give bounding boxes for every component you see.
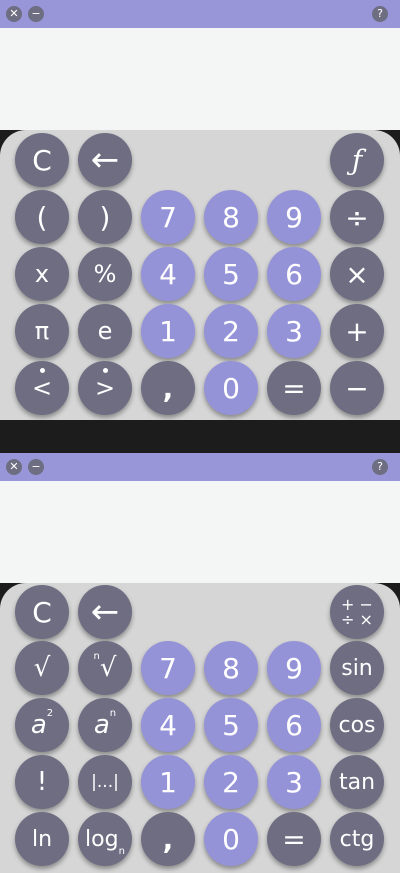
digit-7-button[interactable]: 7 [141, 641, 195, 695]
backspace-button[interactable]: ← [78, 585, 132, 639]
cos-button[interactable]: cos [330, 698, 384, 752]
help-icon[interactable]: ? [372, 459, 388, 475]
calculator-window-top: ✕ − ? C ← ƒ ( ) 7 8 9 ÷ x % 4 5 6 × π e … [0, 0, 400, 420]
multiply-button[interactable]: × [330, 247, 384, 301]
divide-button[interactable]: ÷ [330, 190, 384, 244]
tan-button[interactable]: tan [330, 755, 384, 809]
log-base-subscript: n [118, 845, 125, 857]
power-button[interactable]: an [78, 698, 132, 752]
decimal-comma-button[interactable]: , [141, 812, 195, 866]
functions-toggle-button[interactable]: ƒ [330, 133, 384, 187]
square-exponent: 2 [46, 708, 54, 719]
digit-2-button[interactable]: 2 [204, 304, 258, 358]
clear-button[interactable]: C [15, 585, 69, 639]
clear-label: C [32, 143, 52, 177]
help-icon[interactable]: ? [372, 6, 388, 22]
square-root-button[interactable]: √ [15, 641, 69, 695]
minimize-icon[interactable]: − [28, 6, 44, 22]
digit-9-button[interactable]: 9 [267, 641, 321, 695]
nth-root-index: n [93, 651, 100, 662]
decimal-comma-button[interactable]: , [141, 361, 195, 415]
backspace-arrow-icon: ← [90, 592, 120, 632]
variable-x-button[interactable]: x [15, 247, 69, 301]
pi-button[interactable]: π [15, 304, 69, 358]
digit-8-button[interactable]: 8 [204, 641, 258, 695]
plus-button[interactable]: + [330, 304, 384, 358]
digit-4-button[interactable]: 4 [141, 247, 195, 301]
equals-button[interactable]: = [267, 361, 321, 415]
keypad: C ← ƒ ( ) 7 8 9 ÷ x % 4 5 6 × π e 1 2 3 … [0, 130, 400, 420]
basic-operations-toggle-button[interactable]: + − ÷ × [330, 585, 384, 639]
backspace-arrow-icon: ← [90, 140, 120, 180]
less-than-button[interactable]: < [15, 361, 69, 415]
digit-1-button[interactable]: 1 [141, 304, 195, 358]
digit-1-button[interactable]: 1 [141, 755, 195, 809]
greater-than-button[interactable]: > [78, 361, 132, 415]
calculator-window-bottom: ✕ − ? C ← + − ÷ × √ n√ 7 8 9 sin a2 an 4… [0, 453, 400, 873]
digit-5-button[interactable]: 5 [204, 698, 258, 752]
digit-3-button[interactable]: 3 [267, 304, 321, 358]
digit-0-button[interactable]: 0 [204, 812, 258, 866]
digit-5-button[interactable]: 5 [204, 247, 258, 301]
clear-button[interactable]: C [15, 133, 69, 187]
nth-root-button[interactable]: n√ [78, 641, 132, 695]
digit-8-button[interactable]: 8 [204, 190, 258, 244]
ctg-button[interactable]: ctg [330, 812, 384, 866]
keypad: C ← + − ÷ × √ n√ 7 8 9 sin a2 an 4 5 6 c… [0, 583, 400, 873]
operators-icon: + − ÷ × [341, 595, 373, 629]
close-paren-button[interactable]: ) [78, 190, 132, 244]
absolute-value-button[interactable]: |...| [78, 755, 132, 809]
digit-9-button[interactable]: 9 [267, 190, 321, 244]
power-exponent: n [109, 708, 117, 719]
log-base-n-button[interactable]: logn [78, 812, 132, 866]
digit-6-button[interactable]: 6 [267, 698, 321, 752]
title-bar: ✕ − ? [0, 0, 400, 28]
calculator-display [0, 481, 400, 583]
digit-4-button[interactable]: 4 [141, 698, 195, 752]
square-button[interactable]: a2 [15, 698, 69, 752]
open-paren-button[interactable]: ( [15, 190, 69, 244]
backspace-button[interactable]: ← [78, 133, 132, 187]
minus-button[interactable]: − [330, 361, 384, 415]
close-icon[interactable]: ✕ [6, 6, 22, 22]
sin-button[interactable]: sin [330, 641, 384, 695]
natural-log-button[interactable]: ln [15, 812, 69, 866]
digit-6-button[interactable]: 6 [267, 247, 321, 301]
equals-button[interactable]: = [267, 812, 321, 866]
digit-2-button[interactable]: 2 [204, 755, 258, 809]
minimize-icon[interactable]: − [28, 459, 44, 475]
calculator-display [0, 28, 400, 130]
title-bar: ✕ − ? [0, 453, 400, 481]
euler-e-button[interactable]: e [78, 304, 132, 358]
function-icon: ƒ [351, 143, 363, 177]
digit-0-button[interactable]: 0 [204, 361, 258, 415]
digit-7-button[interactable]: 7 [141, 190, 195, 244]
digit-3-button[interactable]: 3 [267, 755, 321, 809]
factorial-button[interactable]: ! [15, 755, 69, 809]
close-icon[interactable]: ✕ [6, 459, 22, 475]
percent-button[interactable]: % [78, 247, 132, 301]
